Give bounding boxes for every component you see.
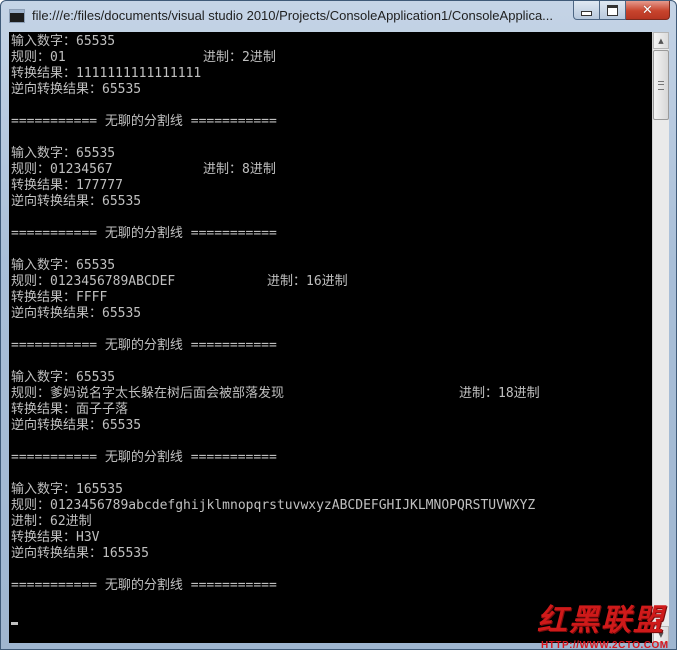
input-line: 输入数字：65535 [11,258,116,273]
reverse-result-line: 逆向转换结果：65535 [11,194,142,209]
rule-text: 规则：01234567 [11,162,113,177]
vertical-scrollbar[interactable]: ▲ ▼ [652,32,669,643]
separator-line: =========== 无聊的分割线 =========== [11,226,277,241]
maximize-icon [607,4,618,16]
separator-line: =========== 无聊的分割线 =========== [11,578,277,593]
text-cursor [11,622,18,625]
close-button[interactable]: ✕ [626,1,670,20]
rule-line: 规则：0123456789ABCDEF 进制：16进制 [11,274,348,290]
rule-line: 规则：01234567 进制：8进制 [11,162,276,178]
rule-line: 规则：01 进制：2进制 [11,50,276,66]
watermark: 红黑联盟 HTTP://WWW.2CTO.COM [537,595,675,651]
rule-line: 规则：爹妈说名字太长躲在树后面会被部落发现 进制：18进制 [11,386,540,402]
scroll-up-arrow-icon: ▲ [658,36,664,45]
base-text: 进制：8进制 [203,162,276,177]
reverse-result-line: 逆向转换结果：165535 [11,546,149,561]
console-output[interactable]: 输入数字：65535 规则：01 进制：2进制 转换结果：11111111111… [9,32,652,643]
scroll-up-button[interactable]: ▲ [653,32,669,49]
title-bar[interactable]: file:///e:/files/documents/visual studio… [1,1,676,32]
scroll-thumb[interactable] [653,50,669,120]
console-app-icon[interactable] [9,9,25,23]
minimize-button[interactable] [573,1,600,20]
result-line: 转换结果：1111111111111111 [11,66,202,81]
grip-icon [658,81,664,90]
reverse-result-line: 逆向转换结果：65535 [11,82,142,97]
input-line: 输入数字：65535 [11,146,116,161]
rule-text: 规则：01 [11,50,66,65]
rule-line: 规则：0123456789abcdefghijklmnopqrstuvwxyzA… [11,498,536,513]
result-line: 转换结果：FFFF [11,290,108,305]
rule-text: 规则：爹妈说名字太长躲在树后面会被部落发现 [11,386,285,401]
result-line: 转换结果：177777 [11,178,123,193]
reverse-result-line: 逆向转换结果：65535 [11,418,142,433]
base-line: 进制：62进制 [11,514,92,529]
minimize-icon [581,10,592,16]
input-line: 输入数字：65535 [11,370,116,385]
console-window: file:///e:/files/documents/visual studio… [0,0,677,651]
base-text: 进制：18进制 [459,386,540,401]
input-line: 输入数字：165535 [11,482,123,497]
input-line: 输入数字：65535 [11,34,116,49]
close-icon: ✕ [642,2,653,18]
rule-text: 规则：0123456789ABCDEF [11,274,176,289]
separator-line: =========== 无聊的分割线 =========== [11,338,277,353]
window-title: file:///e:/files/documents/visual studio… [32,8,554,23]
reverse-result-line: 逆向转换结果：65535 [11,306,142,321]
separator-line: =========== 无聊的分割线 =========== [11,114,277,129]
base-text: 进制：2进制 [203,50,276,65]
watermark-logo: 红黑联盟 [537,603,665,638]
separator-line: =========== 无聊的分割线 =========== [11,450,277,465]
maximize-button[interactable] [600,1,626,20]
result-line: 转换结果：H3V [11,530,100,545]
watermark-url: HTTP://WWW.2CTO.COM [541,640,669,651]
caption-buttons: ✕ [573,1,670,21]
base-text: 进制：16进制 [267,274,348,289]
result-line: 转换结果：面子子落 [11,402,129,417]
